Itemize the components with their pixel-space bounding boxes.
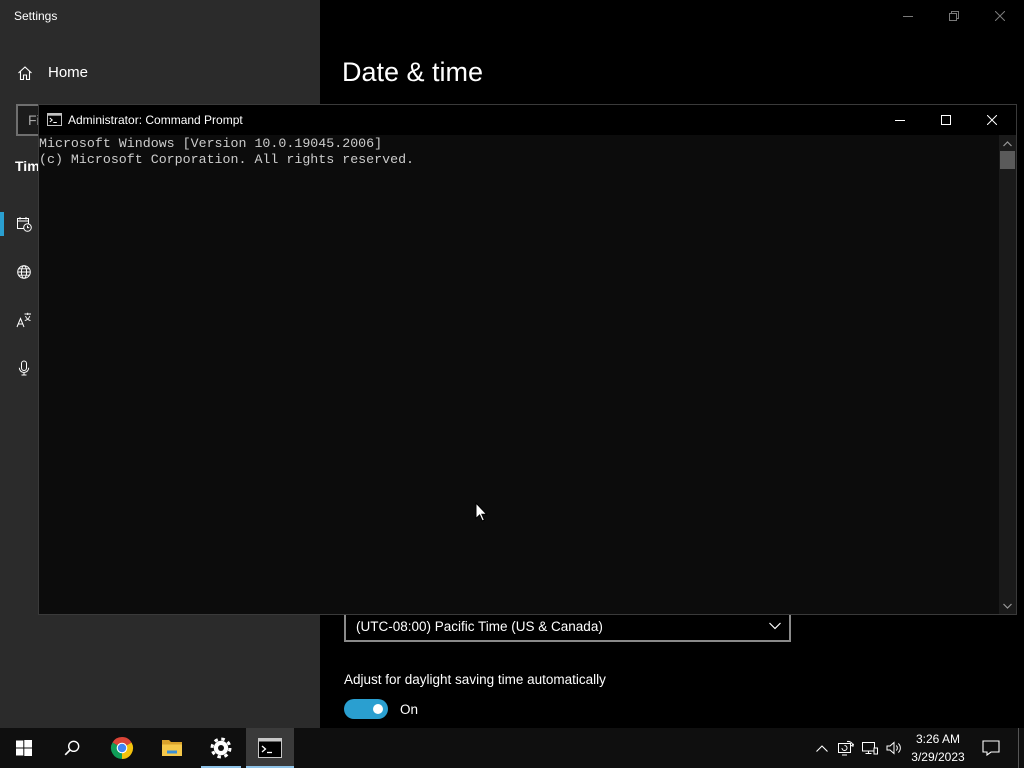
- show-desktop-button[interactable]: [1018, 728, 1024, 768]
- nav-home-label: Home: [48, 64, 89, 81]
- console-scrollbar[interactable]: [999, 135, 1016, 614]
- command-prompt-window[interactable]: Administrator: Command Prompt Microsoft …: [38, 104, 1017, 615]
- settings-close-button[interactable]: [977, 0, 1023, 32]
- time-zone-dropdown[interactable]: (UTC-08:00) Pacific Time (US & Canada): [344, 611, 791, 642]
- date-time-icon: [16, 216, 32, 232]
- taskbar-settings[interactable]: [197, 728, 245, 768]
- chevron-down-icon: [769, 622, 781, 630]
- daylight-saving-state: On: [400, 702, 419, 717]
- scroll-down-arrow-icon[interactable]: [1003, 603, 1012, 609]
- taskbar-clock[interactable]: 3:26 AM 3/29/2023: [910, 728, 966, 768]
- restore-icon: [949, 11, 959, 21]
- show-hidden-icons-button[interactable]: [814, 728, 830, 768]
- clock-date: 3/29/2023: [911, 750, 965, 764]
- command-prompt-icon: [258, 738, 282, 758]
- time-zone-value: (UTC-08:00) Pacific Time (US & Canada): [356, 619, 603, 634]
- settings-window-title: Settings: [14, 9, 58, 23]
- daylight-saving-label: Adjust for daylight saving time automati…: [344, 672, 606, 687]
- tray-network-button[interactable]: [862, 728, 878, 768]
- console-line: (c) Microsoft Corporation. All rights re…: [39, 152, 415, 167]
- cmd-minimize-button[interactable]: [877, 105, 923, 135]
- language-icon: [16, 312, 32, 328]
- cmd-close-button[interactable]: [969, 105, 1015, 135]
- maximize-icon: [941, 115, 951, 125]
- cmd-maximize-button[interactable]: [923, 105, 969, 135]
- taskbar-command-prompt[interactable]: [246, 728, 294, 768]
- settings-restore-button[interactable]: [931, 0, 977, 32]
- taskbar-file-explorer[interactable]: [148, 728, 196, 768]
- tray-sync-button[interactable]: [838, 728, 854, 768]
- region-icon: [16, 264, 32, 280]
- command-prompt-icon: [47, 113, 62, 126]
- chrome-icon: [110, 736, 134, 760]
- cmd-title-bar[interactable]: Administrator: Command Prompt: [39, 105, 1016, 135]
- close-icon: [987, 115, 997, 125]
- taskbar-chrome[interactable]: [98, 728, 146, 768]
- nav-home[interactable]: Home: [0, 57, 320, 89]
- settings-gear-icon: [209, 736, 233, 760]
- sync-icon: [838, 740, 854, 756]
- chevron-up-icon: [816, 744, 828, 752]
- network-icon: [862, 740, 878, 756]
- settings-minimize-button[interactable]: [885, 0, 931, 32]
- minimize-icon: [903, 11, 913, 21]
- file-explorer-icon: [160, 736, 184, 760]
- clock-time: 3:26 AM: [915, 732, 961, 746]
- minimize-icon: [895, 115, 905, 125]
- search-button[interactable]: [48, 728, 96, 768]
- mouse-cursor-icon: [475, 502, 488, 522]
- console-output-area[interactable]: Microsoft Windows [Version 10.0.19045.20…: [39, 135, 999, 614]
- taskbar: 3:26 AM 3/29/2023: [0, 728, 1024, 768]
- daylight-saving-toggle[interactable]: [344, 699, 388, 719]
- selected-indicator: [0, 212, 4, 236]
- section-heading: Tim: [15, 158, 40, 174]
- action-center-button[interactable]: [982, 728, 1000, 768]
- scrollbar-thumb[interactable]: [1000, 151, 1015, 169]
- volume-icon: [886, 740, 902, 756]
- start-icon: [16, 740, 32, 756]
- scroll-up-arrow-icon[interactable]: [1003, 141, 1012, 147]
- tray-volume-button[interactable]: [886, 728, 902, 768]
- close-icon: [995, 11, 1005, 21]
- search-icon: [64, 740, 80, 756]
- page-title: Date & time: [342, 57, 484, 87]
- console-line: Microsoft Windows [Version 10.0.19045.20…: [39, 136, 383, 151]
- speech-icon: [16, 360, 32, 376]
- toggle-knob: [373, 704, 383, 714]
- home-icon: [17, 65, 33, 81]
- cmd-window-title: Administrator: Command Prompt: [68, 113, 243, 127]
- notification-icon: [982, 740, 1000, 756]
- console-output: Microsoft Windows [Version 10.0.19045.20…: [39, 136, 414, 168]
- start-button[interactable]: [0, 728, 48, 768]
